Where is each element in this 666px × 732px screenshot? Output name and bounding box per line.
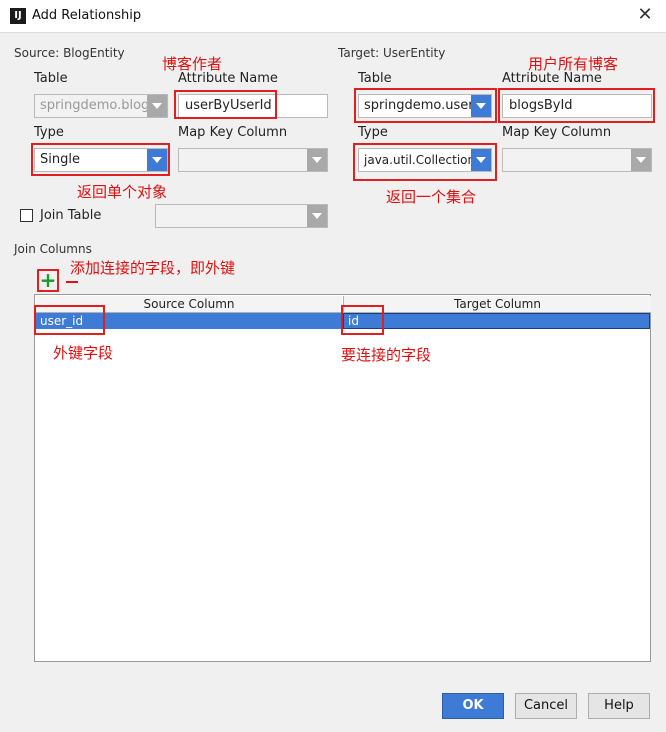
chevron-down-icon xyxy=(307,149,327,171)
annotation-foreign-key: 外键字段 xyxy=(53,344,114,362)
chevron-down-icon xyxy=(631,149,651,171)
annotation-box-target-attribute xyxy=(498,88,655,123)
annotation-box-target-cell xyxy=(341,305,384,335)
annotation-box-add xyxy=(37,269,59,292)
annotation-box-source-type xyxy=(31,143,170,176)
target-section-label: Target: UserEntity xyxy=(338,46,446,60)
source-mapkey-select xyxy=(178,148,328,172)
annotation-box-source-attribute xyxy=(174,90,277,119)
target-mapkey-select xyxy=(502,148,652,172)
annotation-box-source-cell xyxy=(34,305,105,335)
join-table-select xyxy=(155,204,328,228)
target-type-label: Type xyxy=(358,125,388,140)
target-column-header[interactable]: Target Column xyxy=(343,296,651,313)
target-table-label: Table xyxy=(358,71,392,86)
annotation-return-collection: 返回一个集合 xyxy=(386,188,477,206)
join-table-checkbox[interactable] xyxy=(20,209,33,222)
annotation-box-target-table xyxy=(354,88,497,123)
source-mapkey-label: Map Key Column xyxy=(178,125,288,140)
source-table-value: springdemo.blog xyxy=(40,98,150,113)
chevron-down-icon xyxy=(147,95,167,117)
join-table-label: Join Table xyxy=(40,208,102,223)
chevron-down-icon xyxy=(307,205,327,227)
cancel-button[interactable]: Cancel xyxy=(515,693,577,719)
window-title: Add Relationship xyxy=(32,8,142,23)
source-type-label: Type xyxy=(34,125,64,140)
annotation-add-join-field: 添加连接的字段，即外键 xyxy=(70,259,236,277)
source-table-label: Table xyxy=(34,71,68,86)
annotation-field-to-join: 要连接的字段 xyxy=(341,346,432,364)
annotation-return-single: 返回单个对象 xyxy=(77,183,168,201)
annotation-blog-author: 博客作者 xyxy=(162,55,223,73)
close-icon[interactable]: ✕ xyxy=(628,2,662,28)
target-mapkey-label: Map Key Column xyxy=(502,125,612,140)
source-table-select: springdemo.blog xyxy=(34,94,168,118)
intellij-app-icon: IJ xyxy=(10,8,26,24)
minus-icon[interactable] xyxy=(66,281,78,283)
annotation-box-target-type xyxy=(353,143,497,181)
source-section-label: Source: BlogEntity xyxy=(14,46,125,60)
help-button[interactable]: Help xyxy=(588,693,650,719)
ok-button[interactable]: OK xyxy=(442,693,504,719)
join-columns-label: Join Columns xyxy=(14,242,92,256)
annotation-user-blogs: 用户所有博客 xyxy=(528,55,619,73)
table-row-target-cell[interactable]: id xyxy=(343,313,650,329)
